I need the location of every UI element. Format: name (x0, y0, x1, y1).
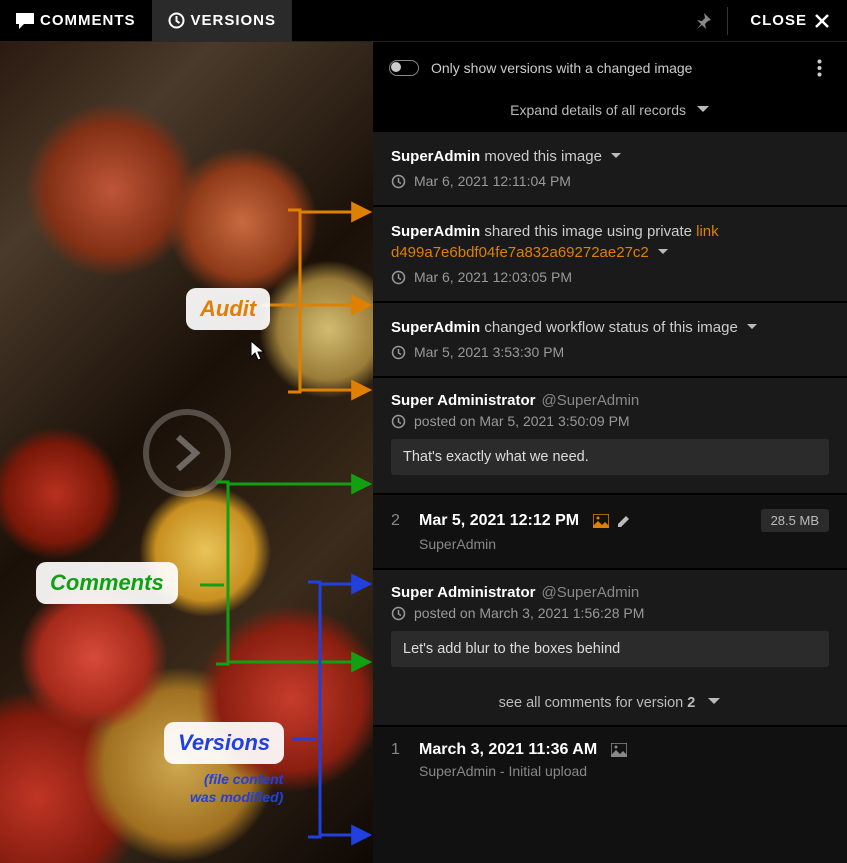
comment-author: Super Administrator@SuperAdmin (391, 584, 829, 601)
version-size-badge: 28.5 MB (761, 509, 829, 532)
version-author: SuperAdmin - Initial upload (419, 763, 829, 779)
image-preview-panel: Audit Comments Versions (file content wa… (0, 42, 373, 863)
clock-icon (391, 345, 406, 360)
tab-comments[interactable]: COMMENTS (0, 0, 152, 42)
close-label: CLOSE (750, 12, 807, 29)
clock-icon (391, 174, 406, 189)
chevron-down-icon (696, 102, 710, 118)
history-icon (168, 12, 185, 29)
speech-bubble-icon (16, 13, 34, 29)
comment-body: Let's add blur to the boxes behind (391, 631, 829, 667)
comment: Super Administrator@SuperAdmin posted on… (373, 568, 847, 685)
audit-record[interactable]: SuperAdmin shared this image using priva… (373, 205, 847, 301)
pin-button[interactable] (683, 0, 723, 42)
close-icon (815, 14, 829, 28)
clock-icon (391, 606, 406, 621)
close-button[interactable]: CLOSE (732, 0, 847, 42)
audit-timestamp: Mar 6, 2021 12:03:05 PM (391, 269, 829, 285)
annotation-label-versions: Versions (164, 722, 284, 764)
audit-timestamp: Mar 6, 2021 12:11:04 PM (391, 173, 829, 189)
annotation-label-audit: Audit (186, 288, 270, 330)
audit-record[interactable]: SuperAdmin moved this image Mar 6, 2021 … (373, 130, 847, 205)
tab-comments-label: COMMENTS (40, 12, 136, 29)
divider (727, 7, 728, 35)
next-version-button[interactable] (143, 409, 231, 497)
version-number: 1 (391, 741, 405, 759)
audit-text: SuperAdmin moved this image (391, 146, 829, 167)
comment-body: That's exactly what we need. (391, 439, 829, 475)
audit-timestamp: Mar 5, 2021 3:53:30 PM (391, 344, 829, 360)
clock-icon (391, 270, 406, 285)
chevron-down-icon (707, 695, 721, 711)
filter-toggle[interactable] (389, 60, 419, 76)
audit-text: SuperAdmin changed workflow status of th… (391, 317, 829, 338)
see-all-comments-button[interactable]: see all comments for version 2 (373, 685, 847, 725)
tab-versions-label: VERSIONS (191, 12, 277, 29)
annotation-subnote: (file content was modified) (190, 770, 283, 806)
comment-timestamp: posted on March 3, 2021 1:56:28 PM (391, 605, 829, 621)
chevron-down-icon (657, 244, 669, 261)
version-entry[interactable]: 2 Mar 5, 2021 12:12 PM 28.5 MB SuperAdmi… (373, 493, 847, 568)
comment-author: Super Administrator@SuperAdmin (391, 392, 829, 409)
comment: Super Administrator@SuperAdmin posted on… (373, 376, 847, 493)
more-menu-button[interactable] (807, 56, 831, 80)
annotation-label-comments: Comments (36, 562, 178, 604)
version-number: 2 (391, 512, 405, 530)
chevron-right-icon (172, 433, 202, 473)
clock-icon (391, 414, 406, 429)
edit-icon (617, 514, 631, 528)
image-icon (593, 514, 609, 528)
expand-all-label: Expand details of all records (510, 102, 686, 118)
audit-text: SuperAdmin shared this image using priva… (391, 221, 829, 263)
expand-all-button[interactable]: Expand details of all records (373, 94, 847, 130)
version-date: Mar 5, 2021 12:12 PM (419, 512, 579, 530)
image-icon (611, 743, 627, 757)
mouse-cursor-icon (250, 340, 268, 362)
version-author: SuperAdmin (419, 536, 829, 552)
top-bar: COMMENTS VERSIONS CLOSE (0, 0, 847, 42)
version-entry[interactable]: 1 March 3, 2021 11:36 AM SuperAdmin - In… (373, 725, 847, 795)
audit-record[interactable]: SuperAdmin changed workflow status of th… (373, 301, 847, 376)
comment-timestamp: posted on Mar 5, 2021 3:50:09 PM (391, 413, 829, 429)
more-vertical-icon (817, 59, 822, 77)
filter-row: Only show versions with a changed image (373, 42, 847, 94)
tab-versions[interactable]: VERSIONS (152, 0, 293, 42)
chevron-down-icon (746, 319, 758, 336)
version-date: March 3, 2021 11:36 AM (419, 741, 597, 759)
filter-label: Only show versions with a changed image (431, 60, 795, 76)
chevron-down-icon (610, 148, 622, 165)
versions-panel: Only show versions with a changed image … (373, 42, 847, 863)
pin-icon (695, 13, 711, 29)
